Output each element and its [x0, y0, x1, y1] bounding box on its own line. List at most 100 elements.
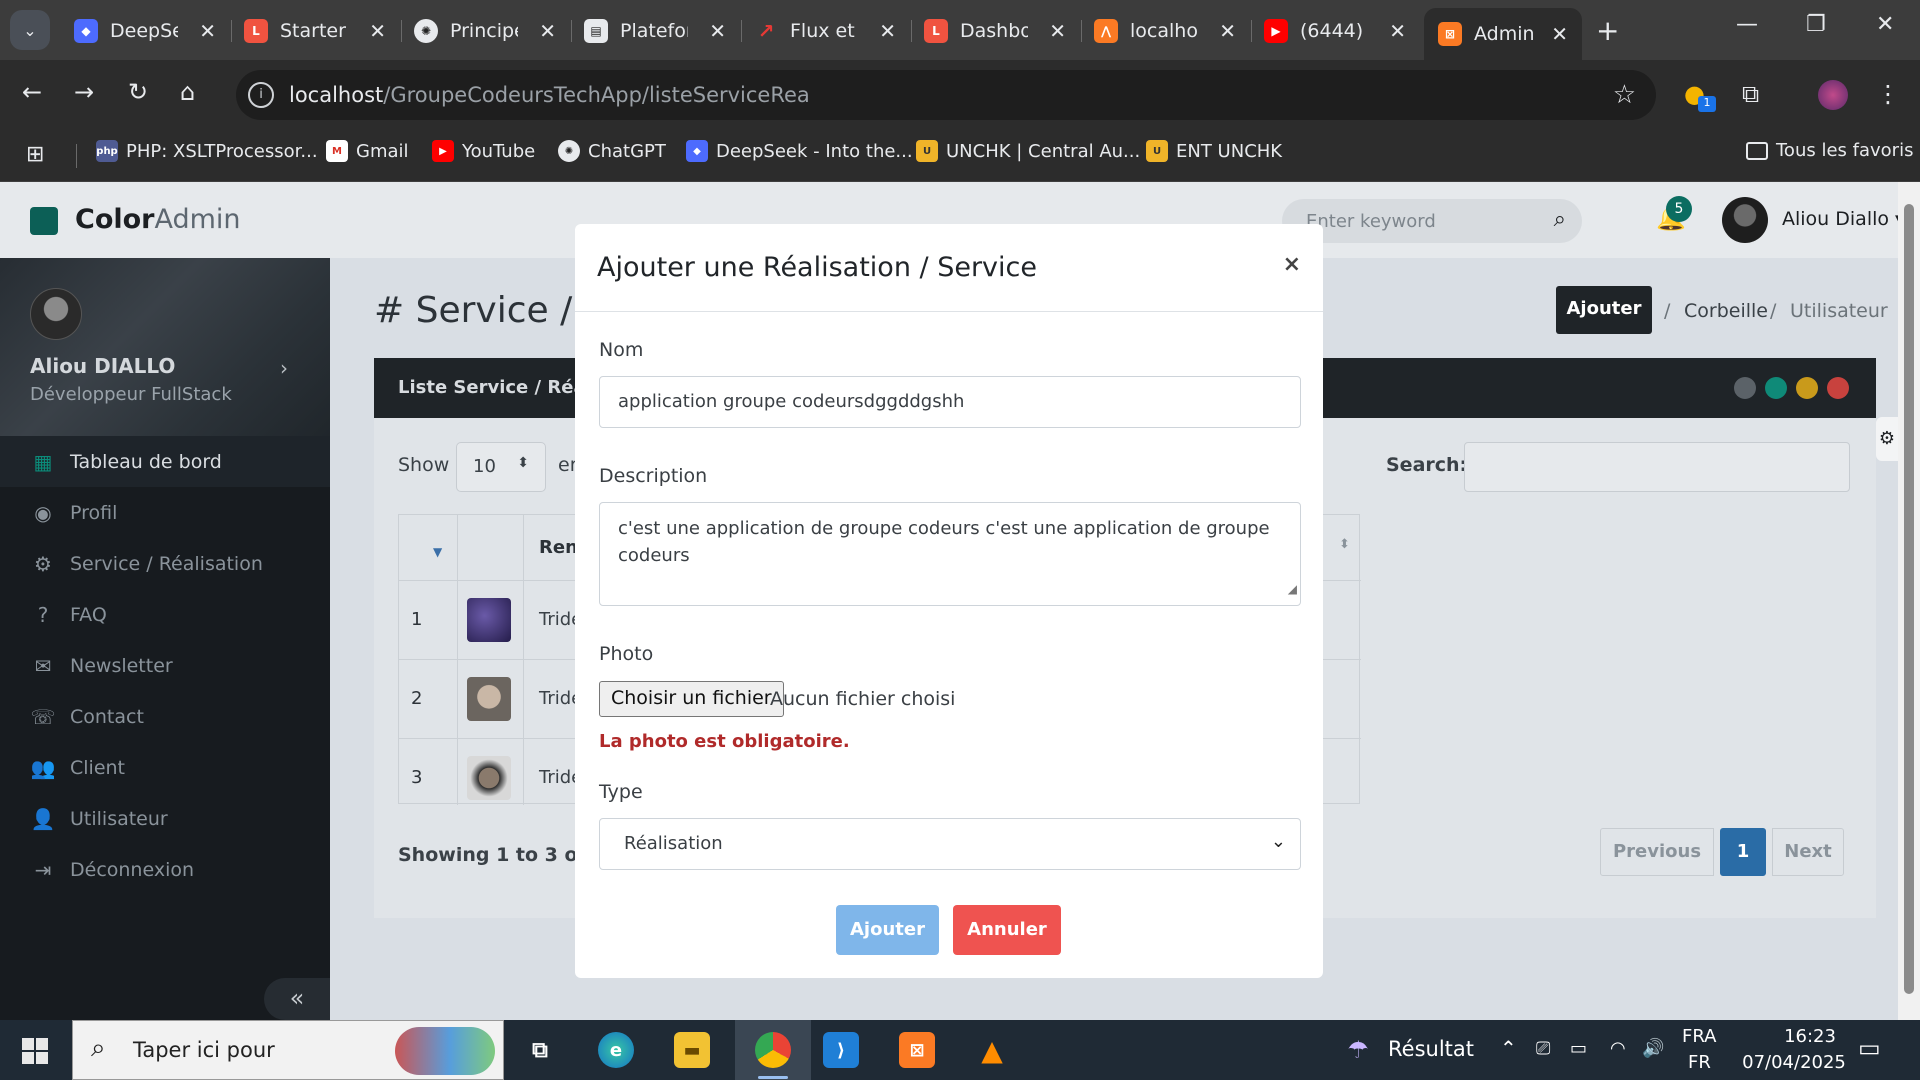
menu-icon[interactable]: ⋮	[1876, 80, 1900, 108]
browser-tab[interactable]: ⋀ localhos ✕	[1080, 10, 1252, 52]
browser-tab[interactable]: L Starter k ✕	[230, 10, 402, 52]
close-icon[interactable]: ✕	[709, 19, 726, 43]
collapse-panel-icon[interactable]	[1796, 377, 1818, 399]
sort-desc-icon[interactable]: ▼	[433, 545, 442, 559]
volume-icon[interactable]: 🔊	[1642, 1038, 1664, 1059]
description-textarea[interactable]: c'est une application de groupe codeurs …	[599, 502, 1301, 606]
keyboard-layout[interactable]: FR	[1688, 1052, 1711, 1073]
language-indicator[interactable]: FRA	[1682, 1026, 1716, 1047]
clock-date[interactable]: 07/04/2025	[1734, 1052, 1854, 1073]
sidebar-item-client[interactable]: 👥 Client	[0, 742, 330, 793]
sidebar-item-utilisateur[interactable]: 👤 Utilisateur	[0, 793, 330, 844]
submit-button[interactable]: Ajouter	[836, 905, 939, 955]
sidebar-item-faq[interactable]: ? FAQ	[0, 589, 330, 640]
vlc-icon[interactable]: ▲	[974, 1032, 1010, 1068]
site-info-icon[interactable]: i	[248, 82, 274, 108]
bookmark-item[interactable]: ✺ ChatGPT	[558, 140, 666, 162]
modal-close-button[interactable]: ×	[1283, 252, 1301, 277]
home-icon[interactable]: ⌂	[180, 78, 195, 106]
bookmark-item[interactable]: php PHP: XSLTProcessor...	[96, 140, 318, 162]
browser-tab[interactable]: ◆ DeepSe ✕	[60, 10, 232, 52]
remove-panel-icon[interactable]	[1827, 377, 1849, 399]
weather-icon[interactable]: ☂	[1340, 1032, 1376, 1068]
page-scrollbar[interactable]	[1898, 182, 1920, 1020]
close-icon[interactable]: ✕	[539, 19, 556, 43]
browser-tab[interactable]: ▤ Platefor ✕	[570, 10, 742, 52]
close-icon[interactable]: ✕	[199, 19, 216, 43]
bookmark-item[interactable]: U ENT UNCHK	[1146, 140, 1282, 162]
browser-tab[interactable]: L Dashbo ✕	[910, 10, 1082, 52]
expand-icon[interactable]	[1734, 377, 1756, 399]
close-icon[interactable]: ✕	[1219, 19, 1236, 43]
gear-icon[interactable]: ⚙	[1876, 417, 1898, 461]
sidebar-item-profil[interactable]: ◉ Profil	[0, 487, 330, 538]
browser-tab[interactable]: ✺ Principe ✕	[400, 10, 572, 52]
page-length-select[interactable]: 10 ⬍	[456, 442, 546, 492]
url-text[interactable]: localhost/GroupeCodeursTechApp/listeServ…	[289, 83, 810, 107]
bookmark-item[interactable]: M Gmail	[326, 140, 409, 162]
taskbar-search[interactable]: ⌕ Taper ici pour	[72, 1020, 504, 1080]
wifi-icon[interactable]: ◠	[1610, 1038, 1626, 1059]
nom-input[interactable]: application groupe codeursdggddgshh	[599, 376, 1301, 428]
close-icon[interactable]: ✕	[1049, 19, 1066, 43]
search-icon[interactable]: ⌕	[1554, 207, 1566, 232]
resize-handle-icon[interactable]: ◢	[1288, 576, 1297, 603]
user-menu[interactable]: Aliou Diallo ▾	[1782, 208, 1898, 230]
window-close-icon[interactable]: ✕	[1876, 12, 1894, 37]
apps-grid-icon[interactable]: ⊞	[26, 142, 44, 167]
scrollbar-thumb[interactable]	[1904, 204, 1914, 994]
all-bookmarks[interactable]: Tous les favoris	[1746, 140, 1913, 161]
forward-icon[interactable]: →	[74, 78, 94, 106]
avatar[interactable]	[1722, 197, 1768, 243]
tab-search-button[interactable]: ⌄	[10, 10, 50, 50]
task-view-icon[interactable]: ⧉	[522, 1032, 558, 1068]
breadcrumb-user[interactable]: Utilisateur	[1790, 300, 1888, 322]
file-explorer-icon[interactable]: ▬	[674, 1032, 710, 1068]
close-icon[interactable]: ✕	[369, 19, 386, 43]
back-icon[interactable]: ←	[22, 78, 42, 106]
sidebar-item-dashboard[interactable]: ▦ Tableau de bord	[0, 436, 330, 487]
weather-text[interactable]: Résultat	[1388, 1037, 1474, 1061]
keyword-search-input[interactable]: Enter keyword ⌕	[1282, 199, 1582, 243]
edge-icon[interactable]: e	[598, 1032, 634, 1068]
type-select[interactable]: Réalisation ⌄	[599, 818, 1301, 870]
sidebar-item-newsletter[interactable]: ✉ Newsletter	[0, 640, 330, 691]
close-icon[interactable]: ✕	[1551, 22, 1568, 46]
table-search-input[interactable]	[1464, 442, 1850, 492]
close-icon[interactable]: ✕	[879, 19, 896, 43]
windows-start-icon[interactable]	[22, 1038, 48, 1064]
sidebar-item-deconnexion[interactable]: ⇥ Déconnexion	[0, 844, 330, 895]
chrome-icon[interactable]	[755, 1032, 791, 1068]
sidebar-collapse-button[interactable]: «	[264, 978, 330, 1020]
restore-icon[interactable]: ❐	[1806, 12, 1826, 37]
add-button[interactable]: Ajouter	[1556, 286, 1652, 334]
sort-arrows-icon[interactable]: ⬍	[1339, 537, 1350, 552]
column-header[interactable]: Ren	[539, 537, 578, 558]
pagination-previous[interactable]: Previous	[1600, 828, 1714, 876]
battery-icon[interactable]: ▭	[1570, 1038, 1587, 1059]
cancel-button[interactable]: Annuler	[953, 905, 1061, 955]
bookmark-item[interactable]: U UNCHK | Central Au...	[916, 140, 1140, 162]
breadcrumb-trash[interactable]: Corbeille	[1684, 300, 1768, 322]
address-bar[interactable]: i localhost/GroupeCodeursTechApp/listeSe…	[236, 70, 1656, 120]
reload-panel-icon[interactable]	[1765, 377, 1787, 399]
meet-icon[interactable]: ⎚	[1536, 1038, 1550, 1059]
vscode-icon[interactable]: ⟩	[823, 1032, 859, 1068]
close-icon[interactable]: ✕	[1389, 19, 1406, 43]
notification-center-icon[interactable]: ▭	[1858, 1034, 1881, 1062]
choose-file-button[interactable]: Choisir un fichier	[599, 681, 784, 717]
bookmark-star-icon[interactable]: ☆	[1613, 80, 1636, 110]
brand[interactable]: ColorAdmin	[75, 204, 241, 235]
sidebar-profile[interactable]: Aliou DIALLO Développeur FullStack ›	[0, 258, 330, 436]
pagination-page[interactable]: 1	[1720, 828, 1766, 876]
sidebar-item-service[interactable]: ⚙ Service / Réalisation	[0, 538, 330, 589]
new-tab-button[interactable]: +	[1596, 14, 1619, 47]
puzzle-icon[interactable]: ⧉	[1742, 80, 1759, 108]
browser-tab[interactable]: ↗ Flux et r ✕	[740, 10, 912, 52]
bookmark-item[interactable]: ◆ DeepSeek - Into the...	[686, 140, 913, 162]
profile-avatar[interactable]	[1818, 80, 1848, 110]
chevron-up-icon[interactable]: ⌃	[1500, 1036, 1517, 1060]
pagination-next[interactable]: Next	[1772, 828, 1844, 876]
clock-time[interactable]: 16:23	[1760, 1026, 1860, 1047]
browser-tab-active[interactable]: ⊠ Admin ✕	[1424, 8, 1582, 60]
